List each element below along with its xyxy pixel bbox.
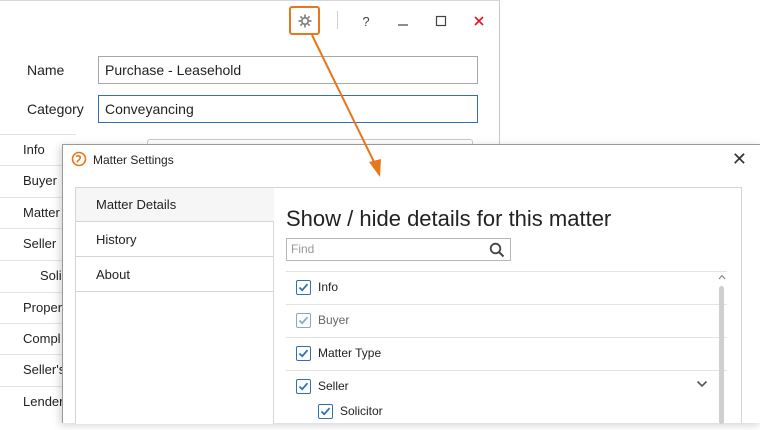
minimize-button[interactable] xyxy=(391,9,415,33)
scroll-up-icon[interactable] xyxy=(718,274,726,280)
detail-row-info[interactable]: Info xyxy=(286,271,727,304)
solicitor-checkbox[interactable] xyxy=(318,404,333,419)
info-label: Info xyxy=(318,280,339,294)
nav-panel: Matter Details History About xyxy=(76,188,274,424)
close-button[interactable] xyxy=(467,9,491,33)
minimize-icon xyxy=(398,24,408,26)
nav-item-about[interactable]: About xyxy=(76,258,273,292)
help-icon: ? xyxy=(362,13,370,29)
matter-settings-dialog: Matter Settings ✕ Matter Details History… xyxy=(62,144,760,424)
page-title: Show / hide details for this matter xyxy=(286,206,612,231)
chevron-down-icon[interactable] xyxy=(695,377,709,391)
settings-button[interactable] xyxy=(289,6,320,35)
title-separator xyxy=(337,11,338,29)
dialog-body: Matter Details History About Show / hide… xyxy=(75,187,742,424)
help-button[interactable]: ? xyxy=(354,9,378,33)
matter-type-checkbox[interactable] xyxy=(296,346,311,361)
category-field[interactable]: Conveyancing xyxy=(98,95,478,123)
buyer-label: Buyer xyxy=(318,313,350,327)
name-label: Name xyxy=(27,62,65,78)
checkmark-icon xyxy=(298,382,309,391)
category-label: Category xyxy=(27,101,84,117)
info-checkbox[interactable] xyxy=(296,280,311,295)
scrollbar-thumb[interactable] xyxy=(719,286,724,424)
seller-label: Seller xyxy=(318,379,349,393)
detail-row-matter-type[interactable]: Matter Type xyxy=(286,337,727,370)
dialog-title: Matter Settings xyxy=(93,153,174,167)
buyer-checkbox[interactable] xyxy=(296,313,311,328)
name-field[interactable]: Purchase - Leasehold xyxy=(98,56,478,84)
matter-type-label: Matter Type xyxy=(318,346,382,360)
nav-item-history[interactable]: History xyxy=(76,223,273,257)
checkmark-icon xyxy=(298,316,309,325)
find-input[interactable]: Find xyxy=(286,238,511,261)
detail-row-buyer[interactable]: Buyer xyxy=(286,304,727,337)
maximize-button[interactable] xyxy=(429,9,453,33)
seller-checkbox[interactable] xyxy=(296,379,311,394)
find-placeholder: Find xyxy=(291,242,315,256)
checkmark-icon xyxy=(298,283,309,292)
nav-item-matter-details[interactable]: Matter Details xyxy=(76,188,274,222)
checkmark-icon xyxy=(298,349,309,358)
gear-icon xyxy=(298,14,311,27)
checkmark-icon xyxy=(320,407,331,416)
solicitor-label: Solicitor xyxy=(340,404,383,418)
dialog-close-button[interactable]: ✕ xyxy=(732,149,747,169)
search-icon[interactable] xyxy=(489,242,505,258)
close-icon xyxy=(474,16,484,26)
app-logo-icon xyxy=(71,151,87,167)
detail-row-seller[interactable]: Seller xyxy=(286,370,727,397)
detail-row-solicitor[interactable]: Solicitor xyxy=(286,397,727,430)
maximize-icon xyxy=(435,15,447,27)
